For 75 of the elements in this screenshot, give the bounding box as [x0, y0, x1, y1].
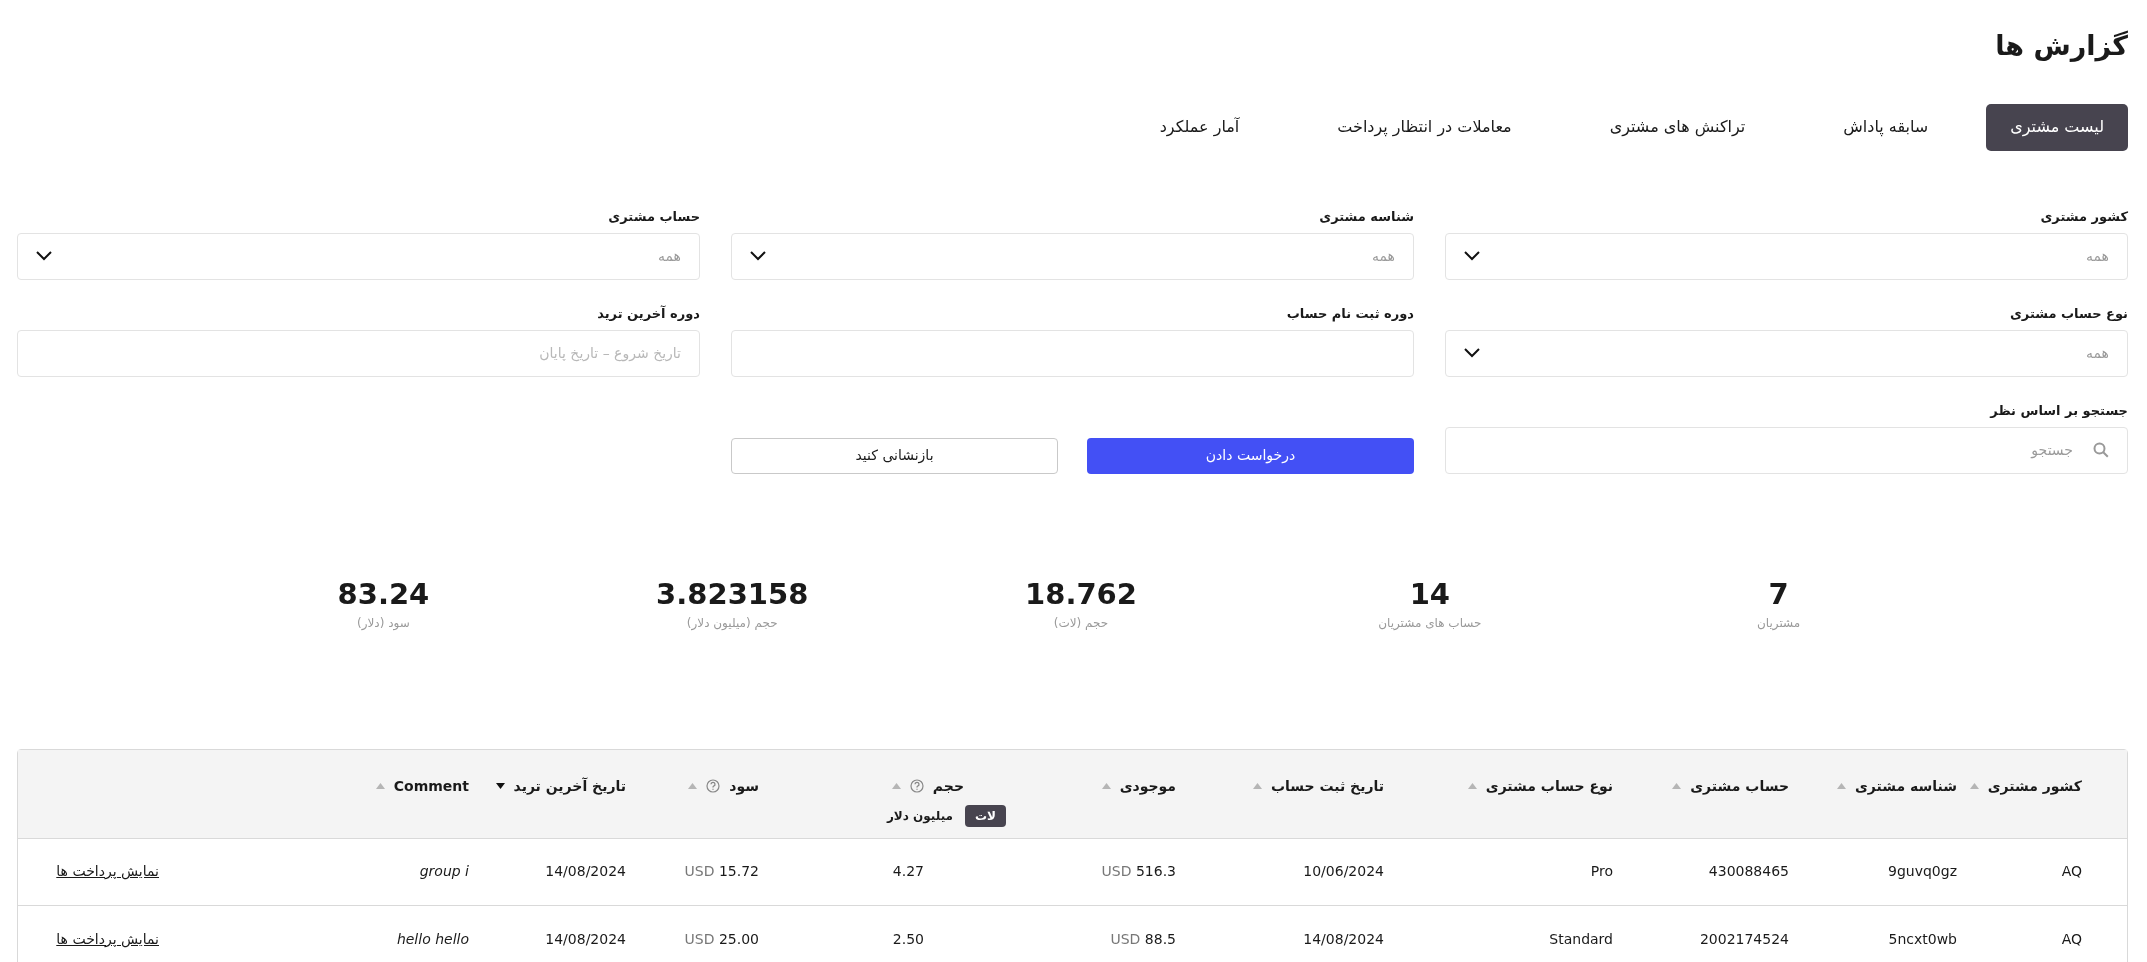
column-header[interactable]: حساب مشتری [1690, 775, 1789, 797]
table-cell-text: 5ncxt0wb [1888, 929, 1957, 949]
table-cell-text: 14/08/2024 [545, 929, 626, 949]
table-cell-text: 14/08/2024 [1303, 929, 1384, 949]
stat-value: 18.762 [1025, 575, 1137, 612]
stat-label: حجم (لات) [1053, 614, 1109, 632]
table-cell-text: 4.27 [892, 862, 924, 881]
table-cell-text: AQ [2061, 862, 2082, 881]
table-cell-text: Standard [1549, 929, 1613, 949]
column-header[interactable]: تاریخ آخرین ترید [513, 775, 626, 797]
unit-toggle[interactable]: میلیون دلار [882, 804, 957, 827]
submit-button[interactable]: درخواست دادن [1087, 437, 1414, 474]
table-cell-text: group i [419, 862, 469, 881]
stat-value: 3.823158 [656, 575, 809, 612]
tab[interactable]: آمار عملکرد [1135, 103, 1264, 151]
tab[interactable]: معاملات در انتظار پرداخت [1313, 103, 1536, 151]
table-cell-text: 9guvq0gz [1888, 862, 1957, 881]
input-field[interactable] [731, 329, 1414, 377]
tab[interactable]: سابقه پاداش [1819, 103, 1953, 151]
stat-value: 14 [1409, 575, 1450, 612]
chevron-down-icon [750, 251, 766, 261]
chevron-down-icon [36, 251, 52, 261]
sort-descending-icon[interactable] [495, 783, 505, 789]
table-cell-text: hello hello [396, 929, 469, 949]
sort-icon[interactable] [1836, 783, 1846, 789]
stat-label: مشتریان [1757, 614, 1801, 632]
column-header[interactable]: حجم [932, 775, 964, 797]
table-cell-text: USD 88.5 [1110, 929, 1176, 949]
table-cell-text: Pro [1590, 862, 1613, 881]
column-header[interactable]: شناسه مشتری [1854, 775, 1957, 797]
search-icon [2093, 442, 2109, 458]
sort-icon[interactable] [1467, 783, 1477, 789]
table-cell-text: 430088465 [1708, 862, 1789, 881]
field-label: شناسه مشتری [1318, 207, 1414, 224]
stat-label: سود (دلار) [357, 614, 410, 632]
sort-icon[interactable] [688, 783, 698, 789]
field-label: نوع حساب مشتری [2008, 304, 2128, 321]
unit-toggle[interactable]: لات [965, 804, 1006, 827]
tab[interactable]: لیست مشتری [1986, 103, 2128, 151]
field-label: کشور مشتری [2039, 207, 2128, 224]
reset-button[interactable]: بازنشانی کنید [731, 437, 1058, 474]
table-cell-text: AQ [2061, 929, 2082, 949]
stat-label: حجم (میلیون دلار) [686, 614, 778, 632]
tab[interactable]: تراکنش های مشتری [1585, 103, 1770, 151]
field-label: جستجو بر اساس نظر [1988, 401, 2128, 418]
stat-value: 7 [1768, 575, 1789, 612]
table-cell-text: 2.50 [892, 929, 924, 949]
field-label: دوره آخرین ترید [596, 304, 700, 321]
table-cell-text: USD 516.3 [1101, 862, 1176, 881]
sort-icon[interactable] [1252, 783, 1262, 789]
stat-value: 83.24 [337, 575, 430, 612]
sort-icon[interactable] [375, 783, 385, 789]
field-label: دوره ثبت نام حساب [1285, 304, 1414, 321]
payments-link[interactable]: نمایش پرداخت ها [56, 928, 159, 950]
sort-icon[interactable] [891, 783, 901, 789]
stat-label: حساب های مشتریان [1378, 614, 1482, 632]
page-title: گزارش ها [1994, 29, 2128, 64]
column-header[interactable]: سود [729, 775, 759, 797]
sort-icon[interactable] [1101, 783, 1111, 789]
payments-link[interactable]: نمایش پرداخت ها [56, 861, 159, 882]
field-label: حساب مشتری [607, 207, 700, 224]
column-header[interactable]: کشور مشتری [1987, 775, 2082, 797]
table-cell-text: USD 25.00 [684, 929, 759, 949]
column-header[interactable]: نوع حساب مشتری [1485, 775, 1613, 797]
chevron-down-icon [1464, 251, 1480, 261]
column-header[interactable]: موجودی [1119, 775, 1176, 797]
table-cell-text: 14/08/2024 [545, 862, 626, 881]
table-cell-text: USD 15.72 [684, 862, 759, 881]
table-cell-text: 10/06/2024 [1303, 862, 1384, 881]
chevron-down-icon [1464, 348, 1480, 358]
sort-icon[interactable] [1672, 783, 1682, 789]
column-header[interactable]: Comment [393, 775, 469, 797]
column-header[interactable]: تاریخ ثبت حساب [1270, 775, 1384, 797]
sort-icon[interactable] [1969, 783, 1979, 789]
table-cell-text: 2002174524 [1699, 929, 1789, 949]
